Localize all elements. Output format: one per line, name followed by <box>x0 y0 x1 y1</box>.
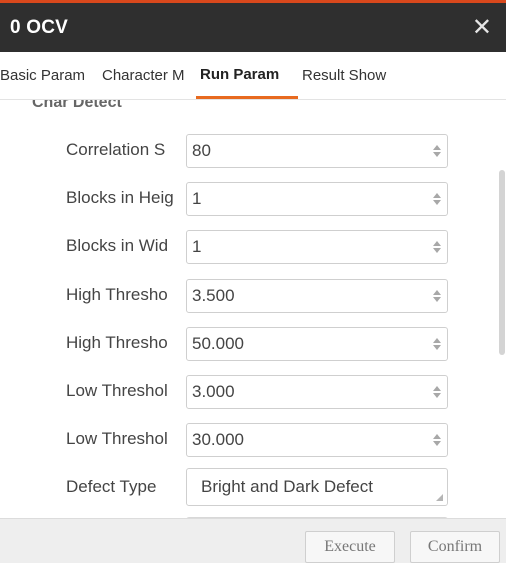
spinbox-value: 30.000 <box>192 430 244 449</box>
select-value: Bright and Dark Defect <box>201 477 373 496</box>
low-threshold-1-spinbox[interactable]: 3.000 <box>186 375 448 409</box>
low-threshold-2-spinbox[interactable]: 30.000 <box>186 423 448 457</box>
spinbox-value: 3.000 <box>192 382 235 401</box>
spinbox-value: 80 <box>192 141 211 160</box>
param-row-low-threshold-2: Low Threshol 30.000 <box>0 423 470 459</box>
title-bar: 0 OCV ✕ <box>0 0 506 52</box>
high-threshold-2-spinbox[interactable]: 50.000 <box>186 327 448 361</box>
spin-arrows-icon[interactable] <box>427 376 447 408</box>
param-row-blocks-height: Blocks in Heig 1 <box>0 182 470 218</box>
param-label: Blocks in Heig <box>66 188 174 207</box>
param-label: Blocks in Wid <box>66 236 169 255</box>
confirm-button[interactable]: Confirm <box>410 531 500 563</box>
spinbox-value: 50.000 <box>192 334 244 353</box>
param-label: Defect Type <box>66 477 157 496</box>
tab-result-show[interactable]: Result Show <box>298 52 398 99</box>
param-row-low-threshold-1: Low Threshol 3.000 <box>0 375 470 411</box>
spinbox-value: 3.500 <box>192 286 235 305</box>
spin-arrows-icon[interactable] <box>427 231 447 263</box>
correlation-score-spinbox[interactable]: 80 <box>186 134 448 168</box>
param-row-defect-type: Defect Type Bright and Dark Defect <box>0 468 470 506</box>
tab-basic-param[interactable]: Basic Param <box>0 52 98 99</box>
spin-arrows-icon[interactable] <box>427 280 447 312</box>
spin-arrows-icon[interactable] <box>427 424 447 456</box>
param-row-high-threshold-2: High Thresho 50.000 <box>0 327 470 363</box>
execute-button[interactable]: Execute <box>305 531 395 563</box>
tab-bar: Basic Param Character M Run Param Result… <box>0 52 506 100</box>
spinbox-value: 1 <box>192 237 202 256</box>
spin-arrows-icon[interactable] <box>427 328 447 360</box>
window-title: 0 OCV <box>10 16 69 38</box>
blocks-in-width-spinbox[interactable]: 1 <box>186 230 448 264</box>
blocks-in-height-spinbox[interactable]: 1 <box>186 182 448 216</box>
param-row-correlation: Correlation S 80 <box>0 134 470 170</box>
tab-character-model[interactable]: Character M <box>98 52 196 99</box>
tab-run-param[interactable]: Run Param <box>196 52 298 99</box>
run-param-panel: Char Detect Correlation S 80 Blocks in H… <box>0 100 506 518</box>
param-row-high-threshold-1: High Thresho 3.500 <box>0 279 470 315</box>
section-header-char-detect: Char Detect <box>32 100 122 111</box>
defect-type-select[interactable]: Bright and Dark Defect <box>186 468 448 506</box>
vertical-scrollbar[interactable] <box>499 170 505 355</box>
param-label: Correlation S <box>66 140 166 159</box>
param-row-blocks-width: Blocks in Wid 1 <box>0 230 470 266</box>
param-label: Low Threshol <box>66 381 168 400</box>
param-label: High Thresho <box>66 333 168 352</box>
high-threshold-1-spinbox[interactable]: 3.500 <box>186 279 448 313</box>
close-icon[interactable]: ✕ <box>472 15 492 40</box>
param-label: High Thresho <box>66 285 168 304</box>
spin-arrows-icon[interactable] <box>427 135 447 167</box>
spin-arrows-icon[interactable] <box>427 183 447 215</box>
resize-corner-icon <box>436 494 443 501</box>
footer-bar: Execute Confirm <box>0 518 506 563</box>
spinbox-value: 1 <box>192 189 202 208</box>
param-label: Low Threshol <box>66 429 168 448</box>
